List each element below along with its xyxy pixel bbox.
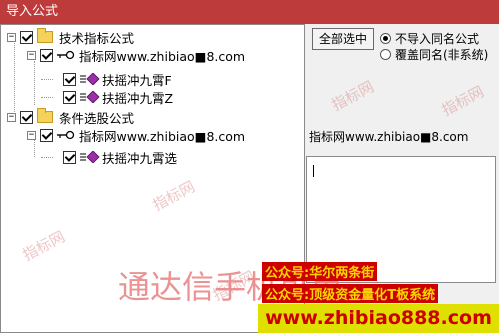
text-caret	[313, 165, 314, 177]
radio-overwrite[interactable]: 覆盖同名(非系统)	[380, 46, 488, 63]
checkbox-source-2[interactable]	[40, 128, 53, 142]
tree-node-label: 技术指标公式	[59, 30, 135, 46]
tree-node-screening-formulas[interactable]: − 条件选股公式	[7, 108, 134, 126]
tree-node-leaf-z[interactable]: 扶摇冲九霄Z	[63, 88, 173, 106]
collapse-icon[interactable]: −	[27, 130, 36, 140]
window-title: 导入公式	[0, 0, 499, 24]
promo-line-2: 公众号:顶级资金量化T板系统	[262, 284, 439, 303]
collapse-icon[interactable]: −	[7, 112, 16, 122]
collapse-icon[interactable]: −	[7, 32, 16, 42]
tree-node-source-2[interactable]: − 指标网www.zhibiao■8.com	[27, 126, 245, 144]
radio-label: 不导入同名公式	[395, 32, 480, 46]
folder-icon	[37, 28, 53, 43]
tree-node-leaf-f[interactable]: 扶摇冲九霄F	[63, 70, 172, 88]
radio-unselected-icon[interactable]	[380, 49, 391, 60]
footer-url-banner: www.zhibiao888.com	[258, 304, 499, 333]
formula-icon	[80, 91, 100, 103]
radio-label: 覆盖同名(非系统)	[395, 48, 489, 62]
watermark: 指标网	[19, 227, 68, 265]
folder-icon	[37, 108, 53, 123]
key-icon	[57, 130, 75, 140]
watermark: 指标网	[149, 177, 198, 215]
watermark: 指标网	[328, 77, 377, 115]
tree-node-label: 指标网www.zhibiao■8.com	[79, 128, 246, 144]
checkbox-leaf-z[interactable]	[63, 90, 76, 104]
radio-selected-icon[interactable]	[380, 33, 391, 44]
tree-node-label: 扶摇冲九霄Z	[102, 90, 174, 106]
tree-node-label: 条件选股公式	[59, 110, 135, 126]
formula-icon	[80, 73, 100, 85]
promo-line-1: 公众号:华尔两条街	[262, 262, 378, 281]
watermark: 指标网	[438, 82, 487, 120]
selected-source-label: 指标网www.zhibiao■8.com	[309, 130, 469, 144]
select-all-button[interactable]: 全部选中	[312, 28, 374, 50]
collapse-icon[interactable]: −	[27, 50, 36, 60]
tree-node-label: 指标网www.zhibiao■8.com	[79, 48, 246, 64]
tree-node-source-1[interactable]: − 指标网www.zhibiao■8.com	[27, 46, 245, 64]
key-icon	[57, 50, 75, 60]
tree-node-leaf-select[interactable]: 扶摇冲九霄选	[63, 148, 177, 166]
checkbox-screening-formulas[interactable]	[20, 110, 33, 124]
radio-no-import[interactable]: 不导入同名公式	[380, 30, 479, 47]
checkbox-tech-formulas[interactable]	[20, 30, 33, 44]
checkbox-leaf-f[interactable]	[63, 72, 76, 86]
tree-node-label: 扶摇冲九霄选	[102, 150, 178, 166]
formula-icon	[80, 151, 100, 163]
tree-node-tech-formulas[interactable]: − 技术指标公式	[7, 28, 134, 46]
checkbox-source-1[interactable]	[40, 48, 53, 62]
tree-node-label: 扶摇冲九霄F	[102, 72, 172, 88]
checkbox-leaf-select[interactable]	[63, 150, 76, 164]
